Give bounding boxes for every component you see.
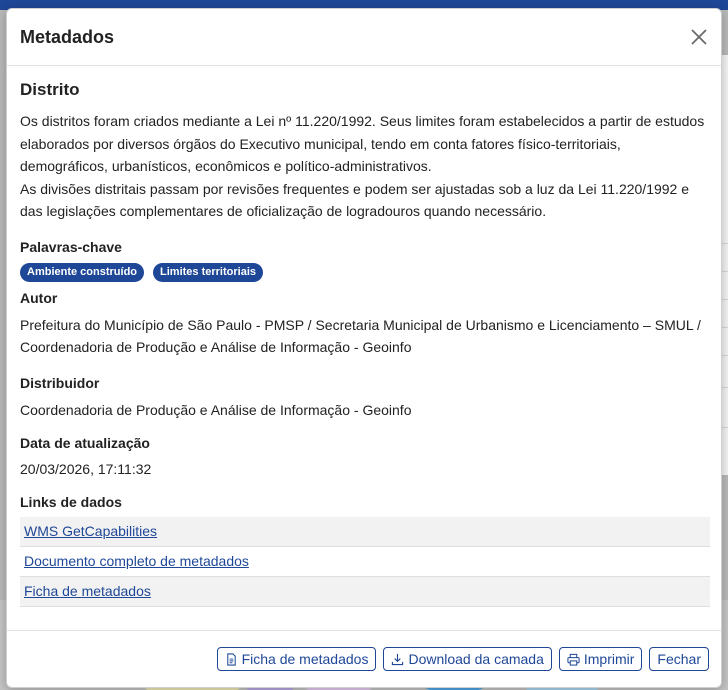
metadata-sheet-link[interactable]: Ficha de metadados (24, 583, 151, 599)
distributor-value: Coordenadoria de Produção e Análise de I… (20, 401, 412, 418)
keyword-badge: Limites territoriais (153, 262, 263, 282)
data-links-list: WMS GetCapabilities Documento completo d… (20, 516, 710, 607)
close-modal-button[interactable]: Fechar (649, 647, 709, 671)
document-icon (226, 652, 236, 666)
link-row: Ficha de metadados (20, 576, 710, 607)
metadata-modal: Metadados Distrito Os distritos foram cr… (6, 8, 722, 688)
updated-label: Data de atualização (20, 435, 150, 451)
keyword-badges: Ambiente construído Limites territoriais (20, 262, 710, 282)
author-value: Prefeitura do Município de São Paulo - P… (20, 316, 701, 356)
close-button[interactable] (687, 25, 711, 49)
download-icon (392, 653, 404, 665)
modal-title: Metadados (20, 27, 115, 47)
author-label: Autor (20, 289, 58, 306)
keywords-label: Palavras-chave (20, 238, 122, 255)
modal-header: Metadados (7, 9, 721, 66)
metadata-sheet-button-label: Ficha de metadados (241, 651, 369, 667)
keyword-badge: Ambiente construído (20, 262, 145, 282)
layer-title: Distrito (20, 80, 80, 99)
updated-value: 20/03/2026, 17:11:32 (20, 461, 152, 477)
description-paragraph: As divisões distritais passam por revisõ… (20, 180, 690, 220)
full-metadata-document-link[interactable]: Documento completo de metadados (24, 553, 249, 569)
printer-icon (567, 653, 580, 666)
download-layer-button-label: Download da camada (408, 651, 544, 667)
wms-getcapabilities-link[interactable]: WMS GetCapabilities (24, 523, 157, 539)
distributor-label: Distribuidor (20, 374, 100, 391)
link-row: Documento completo de metadados (20, 547, 710, 577)
print-button-label: Imprimir (583, 651, 635, 667)
description-paragraph: Os distritos foram criados mediante a Le… (20, 113, 705, 174)
metadata-sheet-button[interactable]: Ficha de metadados (216, 647, 377, 671)
close-icon (691, 29, 707, 45)
modal-footer: Ficha de metadados Download da camada Im… (7, 630, 721, 689)
layer-description: Os distritos foram criados mediante a Le… (20, 110, 710, 223)
data-links-label: Links de dados (20, 493, 122, 510)
footer-buttons: Ficha de metadados Download da camada Im… (216, 647, 709, 671)
download-layer-button[interactable]: Download da camada (383, 647, 552, 671)
link-row: WMS GetCapabilities (20, 516, 710, 547)
print-button[interactable]: Imprimir (558, 647, 643, 671)
modal-body: Distrito Os distritos foram criados medi… (20, 80, 710, 607)
